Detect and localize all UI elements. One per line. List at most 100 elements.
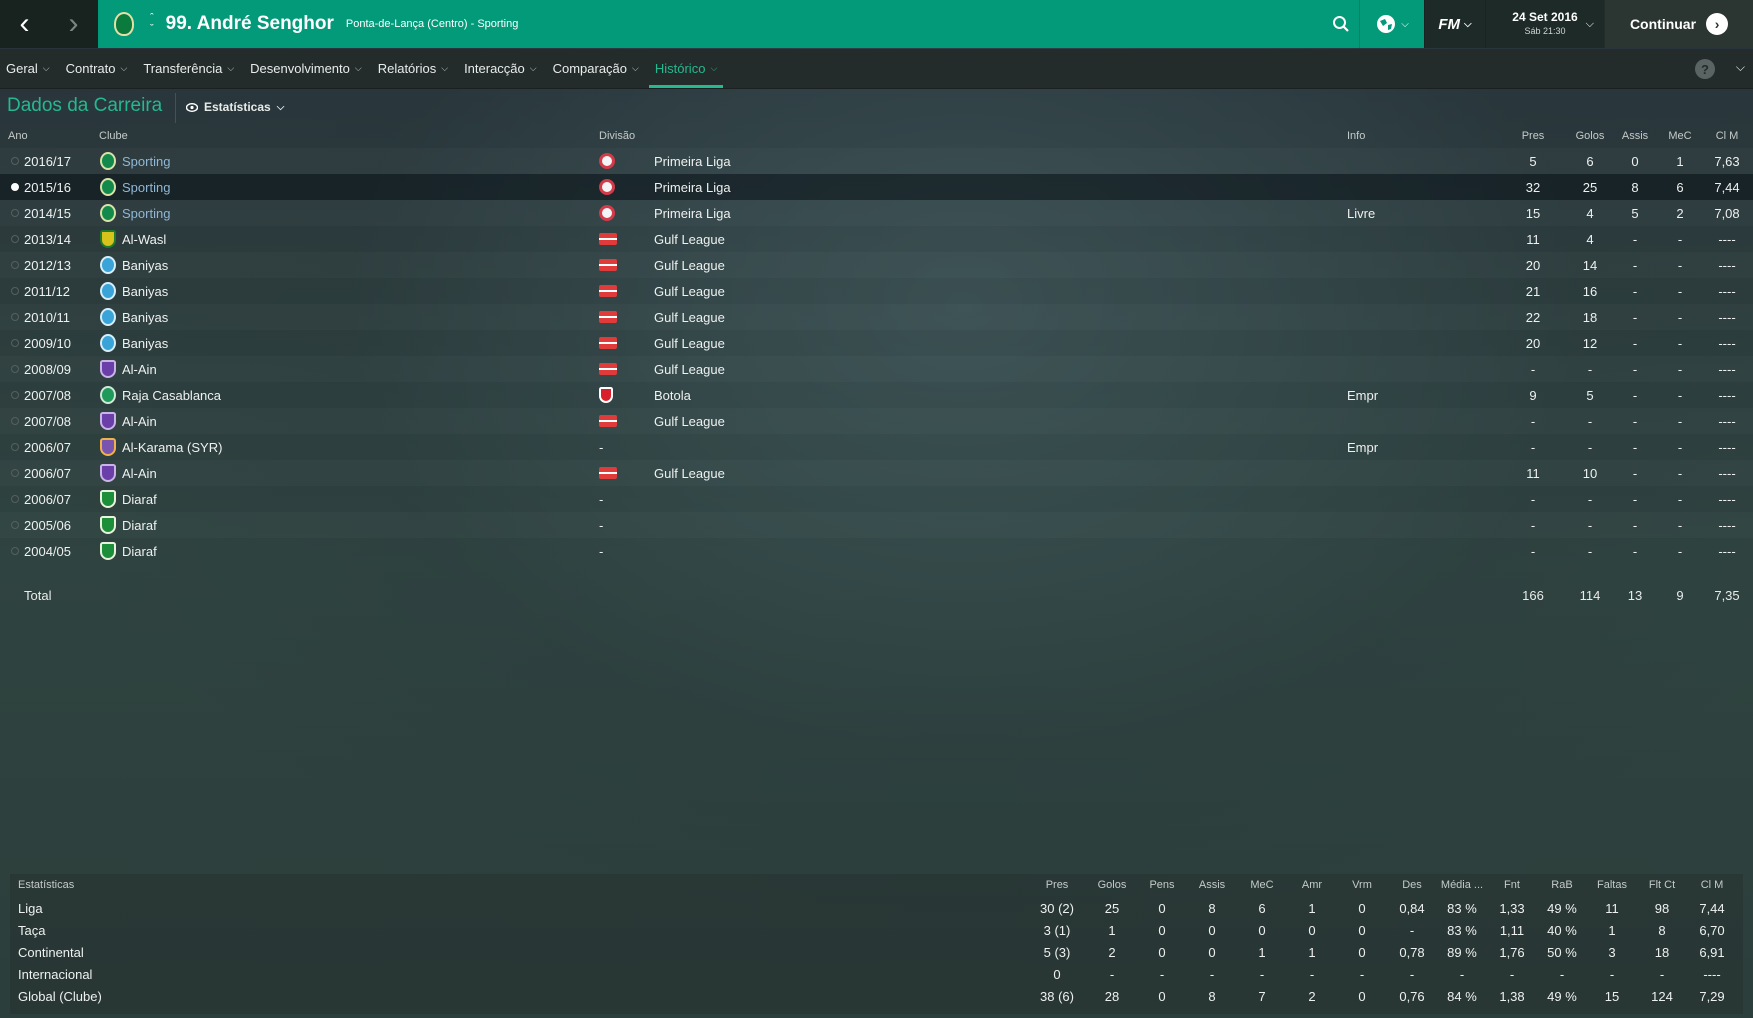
stats-header-faltas[interactable]: Faltas xyxy=(1587,879,1637,891)
tab-transferencia[interactable]: Transferência ⌵ xyxy=(137,49,240,88)
table-row[interactable]: 2007/08 Al-Ain Gulf League - - - - ---- xyxy=(0,408,1753,434)
table-row[interactable]: 2015/16 Sporting Primeira Liga 32 25 8 6 7,44 xyxy=(0,174,1753,200)
row-clube[interactable]: Diaraf xyxy=(122,544,157,559)
help-icon[interactable]: ? xyxy=(1695,59,1715,79)
fm-menu-button[interactable]: FM ⌵ xyxy=(1424,0,1485,48)
row-divisao[interactable]: Gulf League xyxy=(654,258,725,273)
stats-header-pres[interactable]: Pres xyxy=(1032,879,1082,891)
row-clube[interactable]: Sporting xyxy=(122,154,170,169)
view-selector[interactable]: Estatísticas ⌵ xyxy=(186,100,284,114)
column-header-info[interactable]: Info xyxy=(1347,130,1365,142)
table-row[interactable]: 2016/17 Sporting Primeira Liga 5 6 0 1 7,63 xyxy=(0,148,1753,174)
row-divisao[interactable]: Gulf League xyxy=(654,414,725,429)
row-divisao[interactable]: Primeira Liga xyxy=(654,180,731,195)
stats-header-fnt[interactable]: Fnt xyxy=(1487,879,1537,891)
row-clube[interactable]: Al-Karama (SYR) xyxy=(122,440,222,455)
tab-contrato[interactable]: Contrato ⌵ xyxy=(60,49,134,88)
tab-geral[interactable]: Geral ⌵ xyxy=(0,49,56,88)
row-clube[interactable]: Al-Wasl xyxy=(122,232,166,247)
column-header-divisao[interactable]: Divisão xyxy=(599,130,635,142)
table-row[interactable]: 2006/07 Diaraf - - - - - ---- xyxy=(0,486,1753,512)
column-header-ano[interactable]: Ano xyxy=(8,130,28,142)
row-select-radio[interactable] xyxy=(11,469,19,477)
table-row[interactable]: 2012/13 Baniyas Gulf League 20 14- - ---- xyxy=(0,252,1753,278)
row-clube[interactable]: Al-Ain xyxy=(122,466,157,481)
player-subtitle[interactable]: Ponta-de-Lança (Centro) - Sporting xyxy=(346,18,518,30)
row-divisao[interactable]: Gulf League xyxy=(654,336,725,351)
row-clube[interactable]: Sporting xyxy=(122,180,170,195)
table-row[interactable]: 2006/07 Al-Karama (SYR) - Empr - - - - ---- xyxy=(0,434,1753,460)
column-header-clube[interactable]: Clube xyxy=(99,130,128,142)
column-header-clm[interactable]: Cl M xyxy=(1707,130,1747,142)
tab-historico[interactable]: Histórico ⌵ xyxy=(648,49,724,88)
stats-header-assis[interactable]: Assis xyxy=(1187,879,1237,891)
table-row[interactable]: 2014/15 Sporting Primeira Liga Livre 15 4 5 2 7,… xyxy=(0,200,1753,226)
search-button[interactable] xyxy=(1323,0,1359,48)
tab-relatorios[interactable]: Relatórios ⌵ xyxy=(372,49,454,88)
stats-header-clm[interactable]: Cl M xyxy=(1687,879,1737,891)
forward-button[interactable]: › xyxy=(49,0,98,48)
row-divisao[interactable]: Gulf League xyxy=(654,284,725,299)
stats-header-mec[interactable]: MeC xyxy=(1237,879,1287,891)
table-row[interactable]: 2007/08 Raja Casablanca Botola Empr 9 5- - ---- xyxy=(0,382,1753,408)
table-row[interactable]: 2008/09 Al-Ain Gulf League - - - - ---- xyxy=(0,356,1753,382)
row-clube[interactable]: Diaraf xyxy=(122,518,157,533)
table-row[interactable]: 2006/07 Al-Ain Gulf League 11 10- - ---- xyxy=(0,460,1753,486)
tab-interaccao[interactable]: Interacção ⌵ xyxy=(458,49,543,88)
table-row[interactable]: 2013/14 Al-Wasl Gulf League 11 4- - ---- xyxy=(0,226,1753,252)
row-divisao[interactable]: Primeira Liga xyxy=(654,154,731,169)
row-divisao[interactable]: Gulf League xyxy=(654,362,725,377)
continue-button[interactable]: Continuar › xyxy=(1604,0,1753,48)
column-header-assis[interactable]: Assis xyxy=(1615,130,1655,142)
row-select-radio[interactable] xyxy=(11,391,19,399)
row-clube[interactable]: Al-Ain xyxy=(122,362,157,377)
club-crest[interactable] xyxy=(98,0,150,48)
row-clube[interactable]: Baniyas xyxy=(122,284,168,299)
column-header-golos[interactable]: Golos xyxy=(1570,130,1610,142)
tab-comparacao[interactable]: Comparação ⌵ xyxy=(547,49,645,88)
chevron-down-icon[interactable]: ⌵ xyxy=(1736,60,1745,75)
chevron-down-icon[interactable]: ˇ xyxy=(150,24,154,35)
row-clube[interactable]: Diaraf xyxy=(122,492,157,507)
row-select-radio[interactable] xyxy=(11,183,19,191)
stats-header-rab[interactable]: RaB xyxy=(1537,879,1587,891)
stats-header-vrm[interactable]: Vrm xyxy=(1337,879,1387,891)
table-row[interactable]: 2010/11 Baniyas Gulf League 22 18- - ---- xyxy=(0,304,1753,330)
stats-header-amr[interactable]: Amr xyxy=(1287,879,1337,891)
stats-header-media[interactable]: Média ... xyxy=(1437,879,1487,891)
world-menu-button[interactable]: ⌵ xyxy=(1359,0,1424,48)
row-select-radio[interactable] xyxy=(11,547,19,555)
column-header-mec[interactable]: MeC xyxy=(1660,130,1700,142)
row-divisao[interactable]: Botola xyxy=(654,388,691,403)
row-clube[interactable]: Sporting xyxy=(122,206,170,221)
date-display[interactable]: 24 Set 2016 Sáb 21:30 ⌵ xyxy=(1485,0,1604,48)
stats-header-golos[interactable]: Golos xyxy=(1087,879,1137,891)
table-row[interactable]: 2005/06 Diaraf - - - - - ---- xyxy=(0,512,1753,538)
row-clube[interactable]: Baniyas xyxy=(122,336,168,351)
stats-header-pens[interactable]: Pens xyxy=(1137,879,1187,891)
table-row[interactable]: 2009/10 Baniyas Gulf League 20 12- - ---- xyxy=(0,330,1753,356)
row-select-radio[interactable] xyxy=(11,209,19,217)
tab-desenvolvimento[interactable]: Desenvolvimento ⌵ xyxy=(244,49,368,88)
table-row[interactable]: 2011/12 Baniyas Gulf League 21 16- - ---- xyxy=(0,278,1753,304)
row-select-radio[interactable] xyxy=(11,313,19,321)
stats-header-fltct[interactable]: Flt Ct xyxy=(1637,879,1687,891)
row-select-radio[interactable] xyxy=(11,287,19,295)
row-select-radio[interactable] xyxy=(11,495,19,503)
row-clube[interactable]: Baniyas xyxy=(122,258,168,273)
table-row[interactable]: 2004/05 Diaraf - - - - - ---- xyxy=(0,538,1753,564)
row-select-radio[interactable] xyxy=(11,261,19,269)
row-clube[interactable]: Baniyas xyxy=(122,310,168,325)
row-select-radio[interactable] xyxy=(11,417,19,425)
row-select-radio[interactable] xyxy=(11,339,19,347)
row-select-radio[interactable] xyxy=(11,157,19,165)
row-divisao[interactable]: Primeira Liga xyxy=(654,206,731,221)
row-clube[interactable]: Al-Ain xyxy=(122,414,157,429)
column-header-pres[interactable]: Pres xyxy=(1513,130,1553,142)
row-divisao[interactable]: Gulf League xyxy=(654,310,725,325)
row-select-radio[interactable] xyxy=(11,365,19,373)
stats-header-des[interactable]: Des xyxy=(1387,879,1437,891)
back-button[interactable]: ‹ xyxy=(0,0,49,48)
row-select-radio[interactable] xyxy=(11,521,19,529)
row-select-radio[interactable] xyxy=(11,235,19,243)
